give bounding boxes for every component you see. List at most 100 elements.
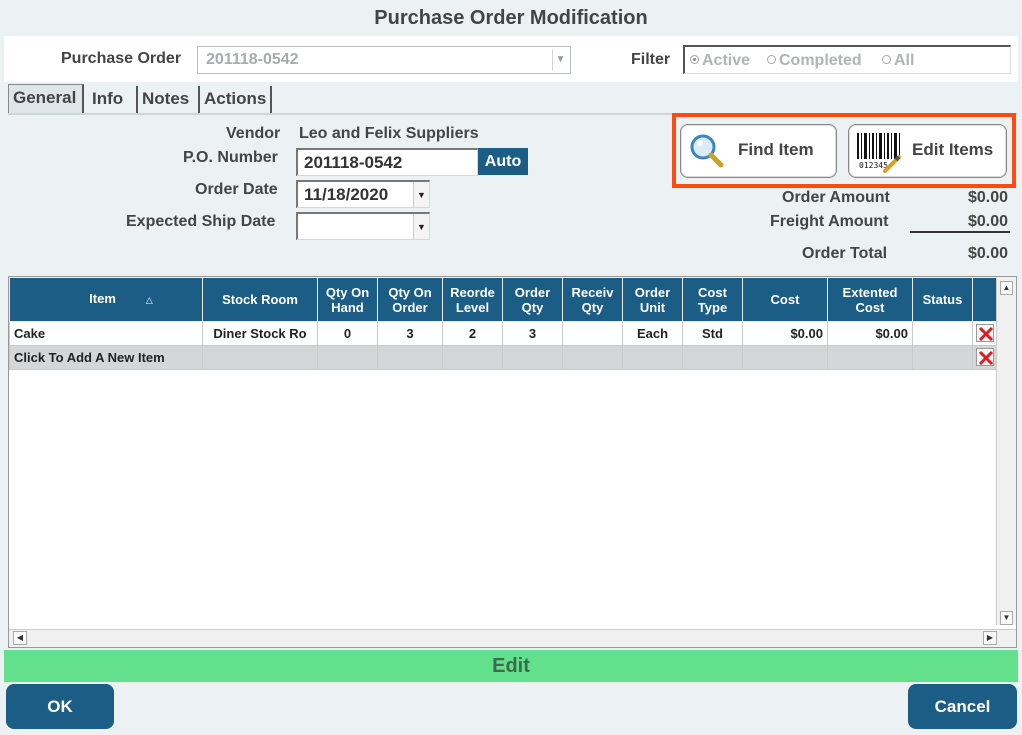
tab-general[interactable]: General bbox=[8, 84, 84, 114]
column-header-stock-room[interactable]: Stock Room bbox=[202, 277, 318, 322]
column-header-cost-type[interactable]: Cost Type bbox=[682, 277, 743, 322]
auto-button[interactable]: Auto bbox=[478, 148, 528, 175]
add-item-cell[interactable]: Click To Add A New Item bbox=[9, 345, 203, 370]
column-header-order-qty[interactable]: Order Qty bbox=[502, 277, 563, 322]
order-date-field[interactable]: 11/18/2020 ▼ bbox=[296, 180, 430, 208]
order-amount-value: $0.00 bbox=[967, 189, 1008, 206]
scroll-left-icon[interactable]: ◀ bbox=[13, 631, 27, 645]
items-grid: Item △ Stock Room Qty On Hand Qty On Orde… bbox=[8, 276, 1017, 648]
table-row[interactable]: Cake Diner Stock Ro 0 3 2 3 Each Std $0.… bbox=[9, 321, 997, 346]
filter-group: Active Completed All bbox=[683, 45, 1011, 74]
cell-cost-type[interactable]: Std bbox=[682, 321, 743, 346]
chevron-down-icon[interactable]: ▼ bbox=[552, 49, 568, 71]
empty-cell bbox=[827, 345, 913, 370]
column-header-cost[interactable]: Cost bbox=[742, 277, 828, 322]
vendor-value: Leo and Felix Suppliers bbox=[299, 125, 479, 142]
radio-dot-icon bbox=[882, 55, 891, 64]
cell-receiv-qty[interactable] bbox=[562, 321, 623, 346]
ship-date-field[interactable]: ▼ bbox=[296, 212, 430, 240]
order-date-value: 11/18/2020 bbox=[304, 185, 389, 204]
order-amount-label: Order Amount bbox=[782, 189, 890, 206]
column-header-label: Item bbox=[89, 291, 116, 306]
vertical-scrollbar[interactable]: ▲ ▼ bbox=[996, 277, 1016, 625]
cell-reorder-level[interactable]: 2 bbox=[442, 321, 503, 346]
magnifier-icon bbox=[690, 134, 724, 168]
find-item-button[interactable]: Find Item bbox=[680, 124, 837, 178]
order-total-label: Order Total bbox=[802, 245, 888, 262]
po-number-field[interactable]: 201118-0542 bbox=[296, 148, 478, 176]
edit-items-button[interactable]: 012345 Edit Items bbox=[848, 124, 1007, 178]
add-item-row[interactable]: Click To Add A New Item bbox=[9, 345, 997, 370]
status-bar: Edit bbox=[4, 650, 1018, 682]
cell-order-unit[interactable]: Each bbox=[622, 321, 683, 346]
empty-cell bbox=[377, 345, 443, 370]
window: Purchase Order Modification Purchase Ord… bbox=[0, 0, 1022, 735]
empty-cell bbox=[682, 345, 743, 370]
empty-cell bbox=[742, 345, 828, 370]
cell-cost[interactable]: $0.00 bbox=[742, 321, 828, 346]
sort-ascending-icon: △ bbox=[145, 295, 153, 305]
chevron-down-icon[interactable]: ▼ bbox=[413, 214, 429, 239]
cell-order-qty[interactable]: 3 bbox=[502, 321, 563, 346]
svg-text:012345: 012345 bbox=[859, 161, 888, 170]
cell-delete bbox=[972, 345, 997, 370]
scroll-down-icon[interactable]: ▼ bbox=[1000, 611, 1013, 625]
window-title: Purchase Order Modification bbox=[0, 0, 1022, 36]
chevron-down-icon[interactable]: ▼ bbox=[413, 182, 429, 207]
radio-dot-icon bbox=[690, 55, 699, 64]
cancel-button[interactable]: Cancel bbox=[908, 684, 1017, 729]
freight-amount-label: Freight Amount bbox=[770, 213, 889, 230]
tab-notes[interactable]: Notes bbox=[138, 86, 200, 114]
column-header-qty-on-hand[interactable]: Qty On Hand bbox=[317, 277, 378, 322]
cell-delete bbox=[972, 321, 997, 346]
column-header-reorder-level[interactable]: Reorde Level bbox=[442, 277, 503, 322]
scroll-right-icon[interactable]: ▶ bbox=[983, 631, 997, 645]
empty-cell bbox=[202, 345, 318, 370]
barcode-icon: 012345 bbox=[857, 133, 901, 173]
order-date-label: Order Date bbox=[195, 181, 278, 198]
ok-button[interactable]: OK bbox=[6, 684, 114, 729]
tab-actions[interactable]: Actions bbox=[200, 86, 272, 114]
delete-row-icon[interactable] bbox=[975, 323, 994, 342]
order-total-value: $0.00 bbox=[967, 245, 1008, 262]
cell-qty-on-order[interactable]: 3 bbox=[377, 321, 443, 346]
cell-stock-room[interactable]: Diner Stock Ro bbox=[202, 321, 318, 346]
filter-radio-label: Active bbox=[702, 52, 751, 69]
filter-radio-active[interactable]: Active bbox=[690, 52, 750, 70]
cell-qty-on-hand[interactable]: 0 bbox=[317, 321, 378, 346]
cell-item[interactable]: Cake bbox=[9, 321, 203, 346]
cell-status[interactable] bbox=[912, 321, 973, 346]
cell-extended-cost[interactable]: $0.00 bbox=[827, 321, 913, 346]
filter-radio-label: Completed bbox=[779, 52, 862, 69]
find-item-label: Find Item bbox=[738, 140, 814, 159]
column-header-delete bbox=[972, 277, 997, 322]
empty-cell bbox=[562, 345, 623, 370]
column-header-order-unit[interactable]: Order Unit bbox=[622, 277, 683, 322]
totals-rule bbox=[910, 231, 1010, 233]
filter-radio-label: All bbox=[894, 52, 915, 69]
column-header-status[interactable]: Status bbox=[912, 277, 973, 322]
empty-cell bbox=[912, 345, 973, 370]
scroll-up-icon[interactable]: ▲ bbox=[1000, 281, 1013, 295]
radio-dot-icon bbox=[767, 55, 776, 64]
grid-header-row: Item △ Stock Room Qty On Hand Qty On Orde… bbox=[9, 277, 997, 322]
column-header-qty-on-order[interactable]: Qty On Order bbox=[377, 277, 443, 322]
column-header-item[interactable]: Item △ bbox=[9, 277, 203, 322]
empty-cell bbox=[502, 345, 563, 370]
po-number-value: 201118-0542 bbox=[304, 153, 403, 172]
empty-cell bbox=[442, 345, 503, 370]
po-number-label: P.O. Number bbox=[183, 149, 278, 166]
column-header-receiv-qty[interactable]: Receiv Qty bbox=[562, 277, 623, 322]
column-header-extended-cost[interactable]: Extented Cost bbox=[827, 277, 913, 322]
filter-radio-completed[interactable]: Completed bbox=[767, 52, 862, 70]
purchase-order-label: Purchase Order bbox=[61, 50, 182, 67]
horizontal-scrollbar[interactable]: ◀ ▶ bbox=[9, 629, 1016, 647]
freight-amount-value: $0.00 bbox=[967, 213, 1008, 230]
filter-radio-all[interactable]: All bbox=[882, 52, 914, 70]
tab-info[interactable]: Info bbox=[88, 86, 138, 114]
purchase-order-value: 201118-0542 bbox=[206, 51, 299, 68]
purchase-order-select[interactable]: 201118-0542 ▼ bbox=[197, 46, 571, 74]
delete-row-icon[interactable] bbox=[975, 347, 994, 366]
empty-cell bbox=[622, 345, 683, 370]
filter-label: Filter bbox=[631, 51, 671, 68]
